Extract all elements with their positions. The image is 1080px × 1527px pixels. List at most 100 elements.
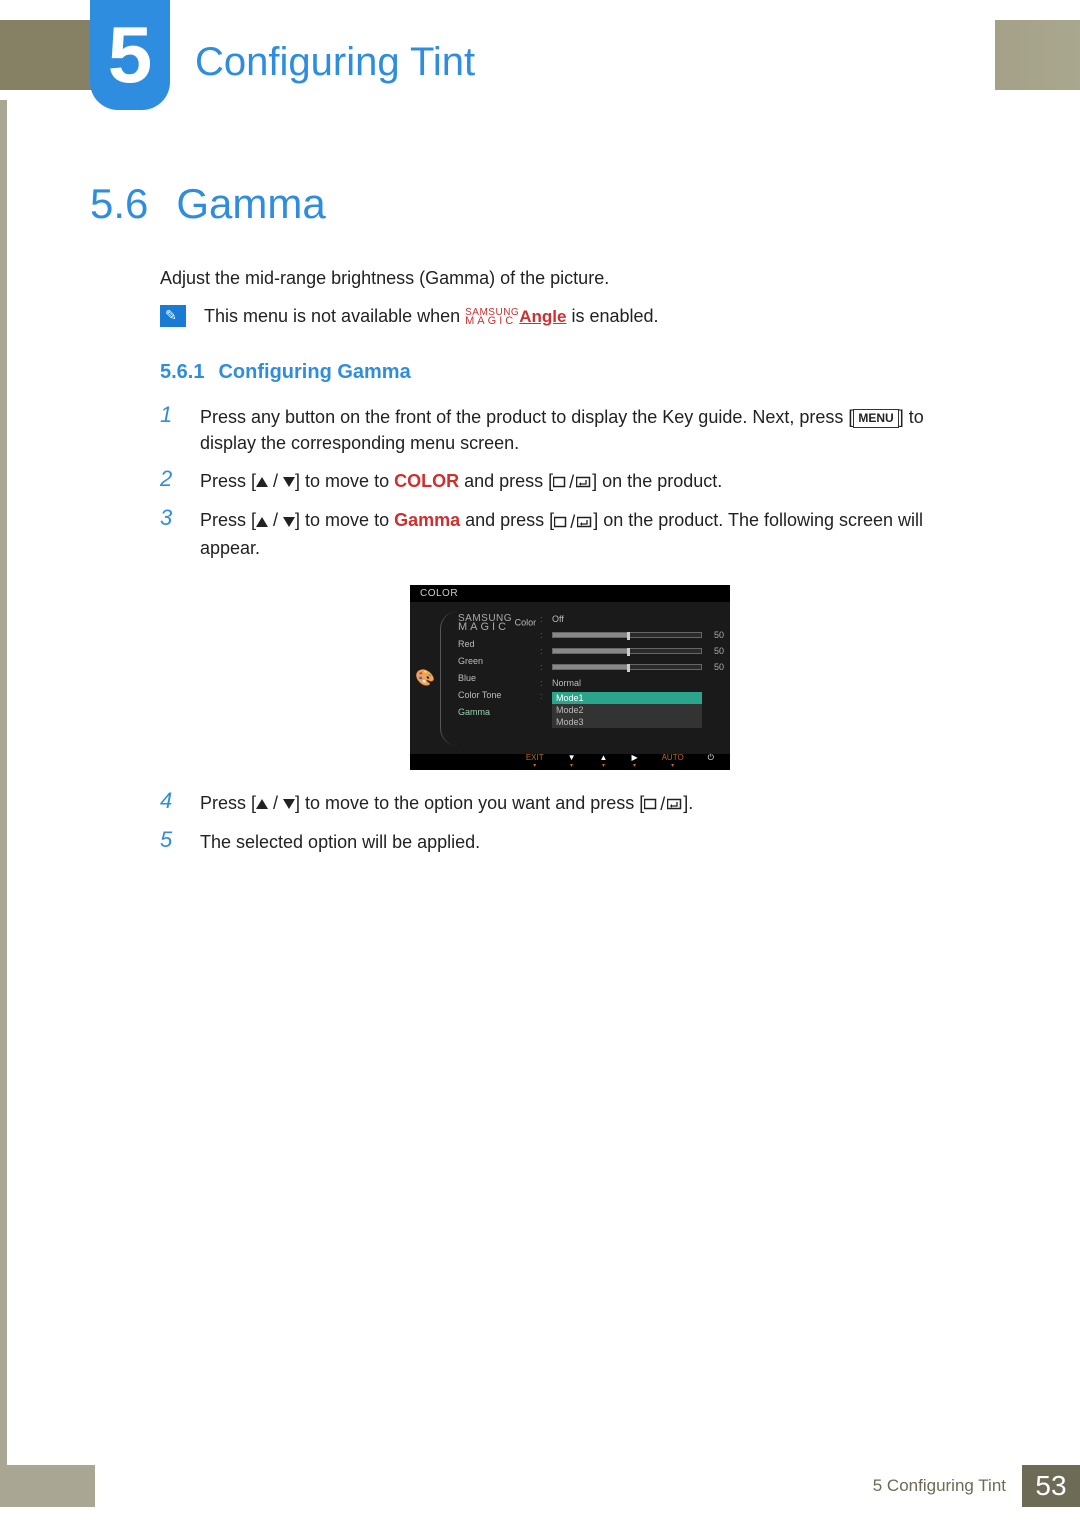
label: EXIT — [526, 754, 544, 762]
subsection-title: Configuring Gamma — [218, 361, 410, 384]
subsection-number: 5.6.1 — [160, 361, 204, 384]
osd-item-gamma: Gamma — [458, 704, 540, 721]
fragment: and press [ — [459, 471, 553, 491]
menu-button-label: MENU — [853, 409, 898, 428]
content-area: 5.6 Gamma Adjust the mid-range brightnes… — [100, 180, 980, 865]
keyword-gamma: Gamma — [394, 510, 460, 530]
val: 50 — [714, 646, 724, 656]
footer-accent — [0, 1465, 95, 1507]
step-list: 1 Press any button on the front of the p… — [160, 402, 980, 855]
down-icon — [283, 477, 295, 487]
osd-exit: EXIT▾ — [526, 754, 544, 770]
osd-value-gamma: : Mode1 Mode2 Mode3 — [540, 691, 702, 707]
osd-footer: EXIT▾ ▼▾ ▲▾ ▶▾ AUTO▾ ⏻ — [410, 754, 730, 770]
angle-link[interactable]: Angle — [519, 307, 566, 326]
step-1: 1 Press any button on the front of the p… — [160, 402, 980, 456]
fragment: Press any button on the front of the pro… — [200, 407, 853, 427]
samsung-magic-label: SAMSUNGMAGIC — [465, 308, 519, 326]
section-title: Gamma — [176, 180, 325, 228]
fragment: ] to move to — [295, 510, 394, 530]
osd-value-color-tone: :Normal — [540, 675, 702, 691]
osd-bracket — [440, 611, 458, 746]
fragment: ]. — [683, 793, 693, 813]
section-intro: Adjust the mid-range brightness (Gamma) … — [160, 268, 980, 289]
gamma-option: Mode2 — [552, 704, 702, 716]
note-text: This menu is not available when SAMSUNGM… — [204, 306, 659, 327]
osd-play-icon: ▶▾ — [631, 754, 637, 770]
osd-item-color-tone: Color Tone — [458, 687, 540, 704]
magic-label: SAMSUNGMAGIC — [458, 614, 512, 632]
osd-item-blue: Blue — [458, 670, 540, 687]
side-accent — [0, 100, 7, 1465]
osd-icon-col: 🎨 — [410, 603, 440, 754]
b: MAGIC — [458, 621, 509, 633]
palette-icon: 🎨 — [415, 668, 435, 688]
note-row: This menu is not available when SAMSUNGM… — [160, 305, 980, 327]
step-number: 3 — [160, 505, 178, 560]
step-number: 1 — [160, 402, 178, 456]
osd-screenshot: COLOR 🎨 SAMSUNGMAGIC Color Red Green Blu… — [410, 585, 730, 770]
osd-item-red: Red — [458, 636, 540, 653]
gamma-dropdown: Mode1 Mode2 Mode3 — [552, 691, 702, 728]
note-prefix: This menu is not available when — [204, 306, 465, 326]
val: 50 — [714, 662, 724, 672]
gamma-option: Mode3 — [552, 716, 702, 728]
slider — [552, 648, 702, 654]
section-number: 5.6 — [90, 180, 148, 228]
osd-value-magic-color: :Off — [540, 611, 702, 627]
osd-body: 🎨 SAMSUNGMAGIC Color Red Green Blue Colo… — [410, 603, 730, 754]
osd-label-col: SAMSUNGMAGIC Color Red Green Blue Color … — [458, 603, 540, 754]
step-3: 3 Press [ / ] to move to Gamma and press… — [160, 505, 980, 560]
osd-value-blue: :50 — [540, 659, 702, 675]
fragment: ] to move to — [295, 471, 394, 491]
up-icon — [256, 477, 268, 487]
fragment: ] on the product. — [592, 471, 722, 491]
osd-value-green: :50 — [540, 643, 702, 659]
osd-value-red: :50 — [540, 627, 702, 643]
osd-item-green: Green — [458, 653, 540, 670]
slider — [552, 632, 702, 638]
select-enter-icon: / — [553, 469, 592, 495]
footer-chapter-ref: 5 Configuring Tint — [95, 1465, 1022, 1507]
chapter-tab: 5 — [90, 0, 170, 110]
note-icon — [160, 305, 186, 327]
up-icon — [256, 517, 268, 527]
osd-item-magic-color: SAMSUNGMAGIC Color — [458, 611, 540, 636]
keyword-color: COLOR — [394, 471, 459, 491]
magic-bottom: MAGIC — [465, 315, 516, 327]
step-number: 2 — [160, 466, 178, 495]
step-text: Press [ / ] to move to the option you wa… — [200, 788, 693, 817]
label: Color — [515, 618, 537, 628]
subsection-heading: 5.6.1 Configuring Gamma — [160, 361, 980, 384]
select-enter-icon: / — [554, 509, 593, 535]
label: AUTO — [662, 754, 684, 762]
step-text: Press [ / ] to move to Gamma and press [… — [200, 505, 980, 560]
chapter-number: 5 — [108, 9, 153, 101]
fragment: Press [ — [200, 793, 256, 813]
chapter-title: Configuring Tint — [195, 40, 475, 85]
up-icon — [256, 799, 268, 809]
slider — [552, 664, 702, 670]
fragment: ] to move to the option you want and pre… — [295, 793, 644, 813]
step-5: 5 The selected option will be applied. — [160, 827, 980, 855]
val: Off — [552, 614, 564, 624]
fragment: and press [ — [460, 510, 554, 530]
val: Normal — [552, 678, 581, 688]
osd-auto: AUTO▾ — [662, 754, 684, 770]
fragment: Press [ — [200, 510, 256, 530]
step-text: The selected option will be applied. — [200, 827, 480, 855]
osd-value-col: :Off :50 :50 :50 :Normal : Mode1 Mode2 M… — [540, 603, 730, 754]
osd-down-icon: ▼▾ — [568, 754, 576, 770]
osd-power-icon: ⏻ — [708, 754, 714, 770]
select-enter-icon: / — [644, 791, 683, 817]
step-4: 4 Press [ / ] to move to the option you … — [160, 788, 980, 817]
val: 50 — [714, 630, 724, 640]
step-number: 4 — [160, 788, 178, 817]
osd-header: COLOR — [410, 585, 730, 602]
down-icon — [283, 517, 295, 527]
page-footer: 5 Configuring Tint 53 — [0, 1465, 1080, 1507]
page-number: 53 — [1022, 1465, 1080, 1507]
step-text: Press [ / ] to move to COLOR and press [… — [200, 466, 722, 495]
osd-up-icon: ▲▾ — [600, 754, 608, 770]
step-number: 5 — [160, 827, 178, 855]
